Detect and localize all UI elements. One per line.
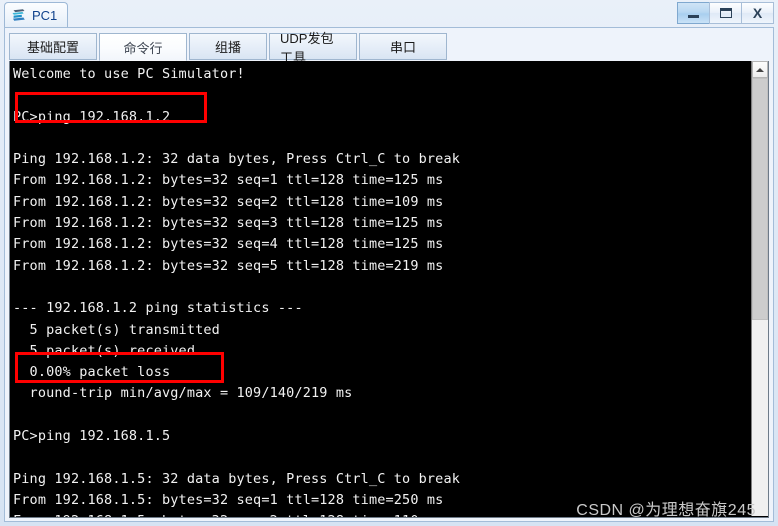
chevron-up-icon [756,67,764,72]
terminal-line: Welcome to use PC Simulator! [13,66,245,82]
close-icon: X [752,5,763,21]
terminal-line: --- 192.168.1.2 ping statistics --- [13,300,303,317]
tab-basic-config-label: 基础配置 [26,40,79,55]
minimize-button[interactable] [677,2,710,24]
tab-basic-config[interactable]: 基础配置 [9,33,97,60]
tab-command-line[interactable]: 命令行 [99,33,187,61]
tab-strip: 基础配置 命令行 组播 UDP发包工具 串口 [9,31,769,65]
window-controls: X [677,2,774,24]
scrollbar-thumb[interactable] [752,78,768,320]
terminal-panel[interactable]: Welcome to use PC Simulator! PC>ping 192… [9,61,769,518]
pc-icon [12,9,25,21]
watermark: CSDN @为理想奋旗245 [576,502,756,519]
terminal-line: 0.00% packet loss [13,364,171,381]
terminal-line: From 192.168.1.2: bytes=32 seq=1 ttl=128… [13,172,444,189]
window-title-tab[interactable]: PC1 [4,2,69,28]
terminal-line: 5 packet(s) transmitted [13,321,220,338]
terminal-line: Ping 192.168.1.2: 32 data bytes, Press C… [13,151,460,168]
tab-multicast-label: 组播 [214,40,241,55]
tab-command-line-label: 命令行 [123,40,163,56]
terminal-line: PC>ping 192.168.1.5 [13,428,171,445]
pc1-window: PC1 X 基础配置 命令行 组播 UDP发包工具 串口 Welcome to … [0,0,778,526]
terminal-line: round-trip min/avg/max = 109/140/219 ms [13,385,353,402]
maximize-icon [719,8,732,18]
terminal-line: 5 packet(s) received [13,342,196,359]
tab-udp-tool[interactable]: UDP发包工具 [269,31,357,65]
terminal-scrollbar[interactable] [751,61,768,516]
tab-serial-port-label: 串口 [389,40,416,55]
window-title: PC1 [32,8,58,23]
terminal-line: Ping 192.168.1.5: 32 data bytes, Press C… [13,470,460,487]
terminal-line: From 192.168.1.2: bytes=32 seq=2 ttl=128… [13,193,444,210]
maximize-button[interactable] [709,2,742,24]
terminal-output: Welcome to use PC Simulator! PC>ping 192… [13,64,740,517]
terminal-line: PC>ping 192.168.1.2 [13,108,171,125]
scroll-up-button[interactable] [752,61,768,78]
minimize-icon [688,15,699,18]
tab-udp-tool-label: UDP发包工具 [280,30,334,65]
terminal-line: From 192.168.1.2: bytes=32 seq=5 ttl=128… [13,257,444,274]
terminal-line: From 192.168.1.2: bytes=32 seq=3 ttl=128… [13,215,444,232]
terminal-line: From 192.168.1.2: bytes=32 seq=4 ttl=128… [13,236,444,253]
title-bar: PC1 X [0,0,778,28]
tab-serial-port[interactable]: 串口 [359,33,447,60]
close-button[interactable]: X [741,2,774,24]
tab-multicast[interactable]: 组播 [189,33,267,60]
